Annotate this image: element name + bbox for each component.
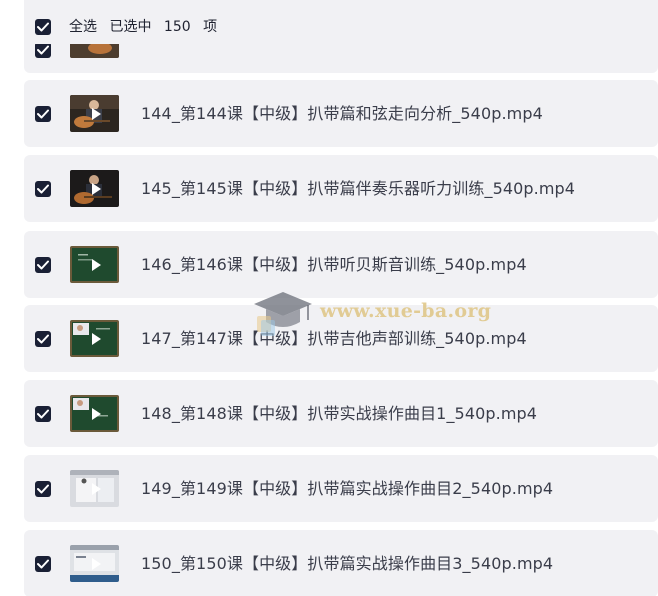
video-thumbnail[interactable] xyxy=(70,395,119,432)
video-thumbnail[interactable] xyxy=(70,470,119,507)
file-name[interactable]: 148_第148课【中级】扒带实战操作曲目1_540p.mp4 xyxy=(141,380,537,447)
file-checkbox[interactable] xyxy=(35,481,51,497)
file-row[interactable]: 150_第150课【中级】扒带篇实战操作曲目3_540p.mp4 xyxy=(24,530,658,596)
video-thumbnail[interactable] xyxy=(70,320,119,357)
file-row[interactable]: 149_第149课【中级】扒带篇实战操作曲目2_540p.mp4 xyxy=(24,455,658,522)
file-selection-page: 全选 已选中 150 项 144_第144课【中级】扒带篇和弦走向分析_540p… xyxy=(0,0,658,596)
check-icon xyxy=(37,334,49,344)
play-icon xyxy=(91,182,101,195)
file-name[interactable]: 150_第150课【中级】扒带篇实战操作曲目3_540p.mp4 xyxy=(141,530,553,596)
file-name[interactable]: 144_第144课【中级】扒带篇和弦走向分析_540p.mp4 xyxy=(141,80,543,147)
file-checkbox[interactable] xyxy=(35,406,51,422)
file-checkbox[interactable] xyxy=(35,106,51,122)
play-icon xyxy=(91,258,101,271)
file-checkbox[interactable] xyxy=(35,556,51,572)
file-name[interactable]: 145_第145课【中级】扒带篇伴奏乐器听力训练_540p.mp4 xyxy=(141,155,575,222)
file-name[interactable]: 146_第146课【中级】扒带听贝斯音训练_540p.mp4 xyxy=(141,231,527,298)
video-thumbnail[interactable] xyxy=(70,170,119,207)
check-icon xyxy=(37,109,49,119)
file-row[interactable]: 144_第144课【中级】扒带篇和弦走向分析_540p.mp4 xyxy=(24,80,658,147)
file-row[interactable]: 146_第146课【中级】扒带听贝斯音训练_540p.mp4 xyxy=(24,231,658,298)
video-thumbnail[interactable] xyxy=(70,95,119,132)
play-icon xyxy=(91,482,101,495)
play-icon xyxy=(91,557,101,570)
play-icon xyxy=(91,107,101,120)
file-row[interactable]: 148_第148课【中级】扒带实战操作曲目1_540p.mp4 xyxy=(24,380,658,447)
file-checkbox[interactable] xyxy=(35,331,51,347)
check-icon xyxy=(37,409,49,419)
select-all-label[interactable]: 全选 xyxy=(69,19,97,35)
video-thumbnail[interactable] xyxy=(70,545,119,582)
file-name[interactable]: 147_第147课【中级】扒带吉他声部训练_540p.mp4 xyxy=(141,305,527,372)
check-icon xyxy=(37,559,49,569)
file-name[interactable]: 149_第149课【中级】扒带篇实战操作曲目2_540p.mp4 xyxy=(141,455,553,522)
selection-header: 全选 已选中 150 项 xyxy=(24,0,658,44)
file-row[interactable]: 147_第147课【中级】扒带吉他声部训练_540p.mp4 xyxy=(24,305,658,372)
check-icon xyxy=(37,260,49,270)
file-checkbox[interactable] xyxy=(35,181,51,197)
check-icon xyxy=(37,45,49,55)
play-icon xyxy=(91,407,101,420)
file-checkbox[interactable] xyxy=(35,42,51,58)
selected-count: 150 xyxy=(163,19,191,35)
selection-summary: 全选 已选中 150 项 xyxy=(69,0,225,54)
selected-label: 已选中 xyxy=(109,19,152,35)
play-icon xyxy=(91,332,101,345)
video-thumbnail[interactable] xyxy=(70,246,119,283)
check-icon xyxy=(37,184,49,194)
file-row[interactable]: 145_第145课【中级】扒带篇伴奏乐器听力训练_540p.mp4 xyxy=(24,155,658,222)
check-icon xyxy=(37,484,49,494)
select-all-checkbox[interactable] xyxy=(35,19,51,35)
check-icon xyxy=(37,22,49,32)
file-checkbox[interactable] xyxy=(35,257,51,273)
unit-label: 项 xyxy=(203,19,218,35)
